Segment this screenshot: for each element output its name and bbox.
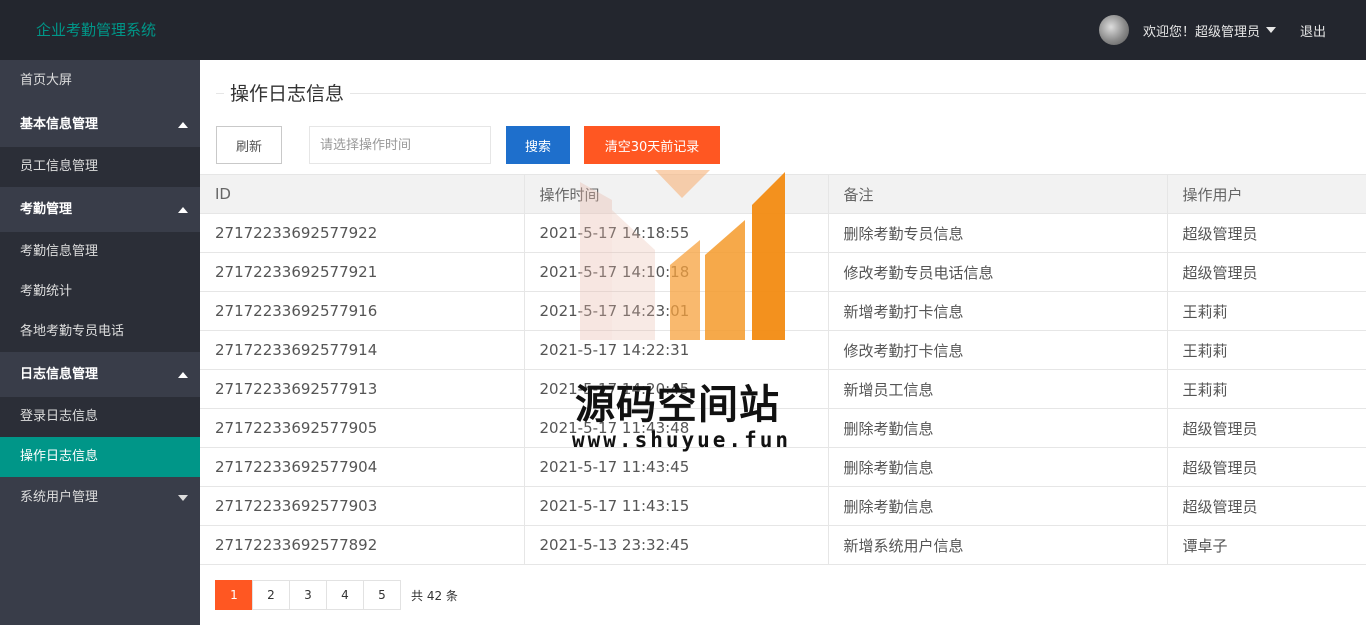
cell-user: 王莉莉 [1166, 330, 1366, 370]
cell-remark: 新增考勤打卡信息 [827, 291, 1168, 331]
cell-id: 27172233692577905 [200, 408, 525, 448]
sidebar-item-operation-logs[interactable]: 操作日志信息 [0, 437, 200, 477]
cell-remark: 修改考勤打卡信息 [827, 330, 1168, 370]
cell-user: 超级管理员 [1166, 213, 1366, 253]
user-area: 欢迎您！超级管理员 退出 [1098, 0, 1366, 60]
main-content: 操作日志信息 刷新 搜索 清空30天前记录 ID 操作时间 备注 操作用户 27… [200, 60, 1366, 625]
cell-user: 超级管理员 [1166, 408, 1366, 448]
sidebar-group-logs[interactable]: 日志信息管理 [0, 352, 200, 397]
caret-up-icon [178, 121, 188, 128]
cell-user: 超级管理员 [1166, 486, 1366, 526]
caret-up-icon [178, 371, 188, 378]
table-row[interactable]: 27172233692577903 2021-5-17 11:43:15 删除考… [200, 486, 1366, 526]
sidebar-group-label: 系统用户管理 [20, 490, 99, 505]
table-header-row: ID 操作时间 备注 操作用户 [200, 174, 1366, 214]
sidebar-item-login-logs[interactable]: 登录日志信息 [0, 397, 200, 437]
column-header-remark[interactable]: 备注 [827, 174, 1168, 214]
pagination: 1 2 3 4 5 共 42 条 [215, 580, 458, 610]
sidebar-group-attendance[interactable]: 考勤管理 [0, 187, 200, 232]
sidebar-group-basic-info[interactable]: 基本信息管理 [0, 102, 200, 147]
sidebar: 首页大屏 基本信息管理 员工信息管理 考勤管理 考勤信息管理 考勤统计 各地考勤… [0, 60, 200, 625]
table-row[interactable]: 27172233692577916 2021-5-17 14:23:01 新增考… [200, 291, 1366, 331]
user-menu[interactable]: 欢迎您！超级管理员 [1143, 21, 1276, 40]
cell-id: 27172233692577921 [200, 252, 525, 292]
cell-time: 2021-5-17 11:43:45 [523, 447, 829, 487]
cell-id: 27172233692577916 [200, 291, 525, 331]
cell-remark: 修改考勤专员电话信息 [827, 252, 1168, 292]
refresh-button[interactable]: 刷新 [216, 126, 282, 164]
page-button-5[interactable]: 5 [363, 580, 401, 610]
logout-link[interactable]: 退出 [1300, 21, 1326, 40]
watermark-title: 源码空间站 [575, 382, 780, 428]
table-row[interactable]: 27172233692577922 2021-5-17 14:18:55 删除考… [200, 213, 1366, 253]
column-header-id[interactable]: ID [200, 174, 525, 214]
watermark-url: www.shuyue.fun [572, 428, 792, 452]
page-button-4[interactable]: 4 [326, 580, 364, 610]
cell-user: 超级管理员 [1166, 252, 1366, 292]
cell-user: 超级管理员 [1166, 447, 1366, 487]
cell-time: 2021-5-17 14:23:01 [523, 291, 829, 331]
app-title[interactable]: 企业考勤管理系统 [36, 0, 156, 60]
cell-id: 27172233692577913 [200, 369, 525, 409]
table-row[interactable]: 27172233692577914 2021-5-17 14:22:31 修改考… [200, 330, 1366, 370]
cell-time: 2021-5-17 14:22:31 [523, 330, 829, 370]
caret-down-icon [1265, 27, 1276, 33]
page-button-1[interactable]: 1 [215, 580, 253, 610]
sidebar-item-attendance-contacts[interactable]: 各地考勤专员电话 [0, 312, 200, 352]
cell-remark: 新增员工信息 [827, 369, 1168, 409]
table-row[interactable]: 27172233692577913 2021-5-17 14:20:45 新增员… [200, 369, 1366, 409]
divider [216, 93, 1366, 94]
cell-time: 2021-5-13 23:32:45 [523, 525, 829, 565]
section-header: 操作日志信息 [216, 82, 1366, 106]
operation-time-input[interactable] [309, 126, 491, 164]
cell-remark: 删除考勤信息 [827, 408, 1168, 448]
caret-down-icon [178, 495, 188, 501]
column-header-user[interactable]: 操作用户 [1166, 174, 1366, 214]
sidebar-item-attendance-stats[interactable]: 考勤统计 [0, 272, 200, 312]
table-row[interactable]: 27172233692577921 2021-5-17 14:10:18 修改考… [200, 252, 1366, 292]
table-row[interactable]: 27172233692577904 2021-5-17 11:43:45 删除考… [200, 447, 1366, 487]
cell-remark: 删除考勤专员信息 [827, 213, 1168, 253]
caret-up-icon [178, 206, 188, 213]
cell-remark: 新增系统用户信息 [827, 525, 1168, 565]
cell-id: 27172233692577922 [200, 213, 525, 253]
table-row[interactable]: 27172233692577892 2021-5-13 23:32:45 新增系… [200, 525, 1366, 565]
clear-old-records-button[interactable]: 清空30天前记录 [584, 126, 720, 164]
cell-id: 27172233692577904 [200, 447, 525, 487]
sidebar-item-home[interactable]: 首页大屏 [0, 60, 200, 102]
search-button[interactable]: 搜索 [506, 126, 570, 164]
top-header: 企业考勤管理系统 欢迎您！超级管理员 退出 [0, 0, 1366, 60]
sidebar-item-attendance-info[interactable]: 考勤信息管理 [0, 232, 200, 272]
cell-user: 王莉莉 [1166, 369, 1366, 409]
column-header-time[interactable]: 操作时间 [523, 174, 829, 214]
cell-remark: 删除考勤信息 [827, 486, 1168, 526]
page-button-2[interactable]: 2 [252, 580, 290, 610]
page-button-3[interactable]: 3 [289, 580, 327, 610]
cell-time: 2021-5-17 11:43:15 [523, 486, 829, 526]
avatar[interactable] [1098, 15, 1129, 45]
sidebar-group-label: 考勤管理 [20, 202, 73, 217]
cell-user: 谭卓子 [1166, 525, 1366, 565]
operation-log-table: ID 操作时间 备注 操作用户 27172233692577922 2021-5… [200, 174, 1366, 565]
sidebar-group-label: 基本信息管理 [20, 117, 99, 132]
cell-id: 27172233692577903 [200, 486, 525, 526]
cell-time: 2021-5-17 14:18:55 [523, 213, 829, 253]
cell-user: 王莉莉 [1166, 291, 1366, 331]
welcome-text: 欢迎您！超级管理员 [1142, 24, 1260, 40]
sidebar-item-employee-info[interactable]: 员工信息管理 [0, 147, 200, 187]
toolbar: 刷新 搜索 清空30天前记录 [216, 126, 720, 164]
cell-id: 27172233692577914 [200, 330, 525, 370]
page-title: 操作日志信息 [224, 82, 351, 106]
cell-time: 2021-5-17 14:10:18 [523, 252, 829, 292]
cell-id: 27172233692577892 [200, 525, 525, 565]
sidebar-group-system-users[interactable]: 系统用户管理 [0, 477, 200, 519]
sidebar-group-label: 日志信息管理 [20, 367, 99, 382]
total-count: 共 42 条 [411, 588, 458, 603]
cell-remark: 删除考勤信息 [827, 447, 1168, 487]
